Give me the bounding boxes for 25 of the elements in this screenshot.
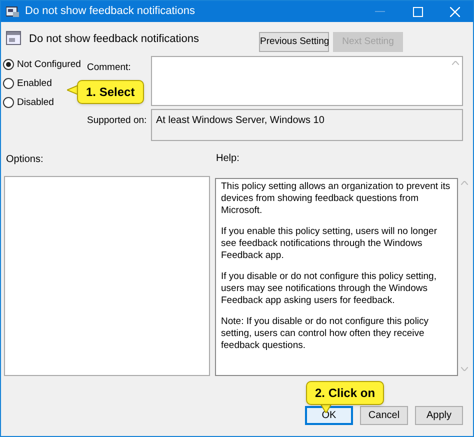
help-label: Help: — [216, 152, 240, 166]
radio-option[interactable]: Enabled — [3, 76, 52, 91]
maximize-icon[interactable] — [413, 6, 423, 16]
help-paragraph: If you enable this policy setting, users will no longer see feedback notifications through the Windows Feedback app. — [221, 226, 438, 262]
options-label: Options: — [6, 154, 44, 165]
apply-button[interactable]: Apply — [415, 406, 463, 424]
scroll-up-icon — [452, 61, 459, 65]
policy-title: Do not show feedback notifications — [29, 32, 199, 47]
help-paragraph: If you disable or do not configure this policy setting, users may see notifications through the Windows Feedback app asking users for feedback. — [221, 270, 438, 306]
help-paragraph: Note: If you disable or do not configure this policy setting, users can control how often they receive feedback questions. — [221, 316, 430, 352]
radio-option[interactable]: Not Configured — [3, 57, 81, 72]
supported-on-value: At least Windows Server, Windows 10 — [156, 115, 324, 126]
scroll-down-icon[interactable] — [460, 366, 468, 370]
help-paragraph: This policy setting allows an organization to prevent its devices from showing feedback questions from Microsoft. — [221, 180, 452, 216]
radio-option[interactable]: Disabled — [3, 95, 54, 110]
scroll-up-icon[interactable] — [460, 180, 468, 184]
cancel-button[interactable]: Cancel — [360, 406, 408, 424]
previous-setting-button[interactable]: Previous Setting — [259, 32, 329, 52]
policy-icon — [6, 31, 21, 45]
window-title: Do not show feedback notifications — [25, 4, 195, 20]
close-icon[interactable] — [450, 6, 460, 16]
comment-field[interactable] — [151, 56, 463, 106]
supported-on-label: Supported on: — [87, 115, 147, 126]
app-icon — [6, 6, 20, 18]
comment-label: Comment: — [87, 62, 131, 73]
